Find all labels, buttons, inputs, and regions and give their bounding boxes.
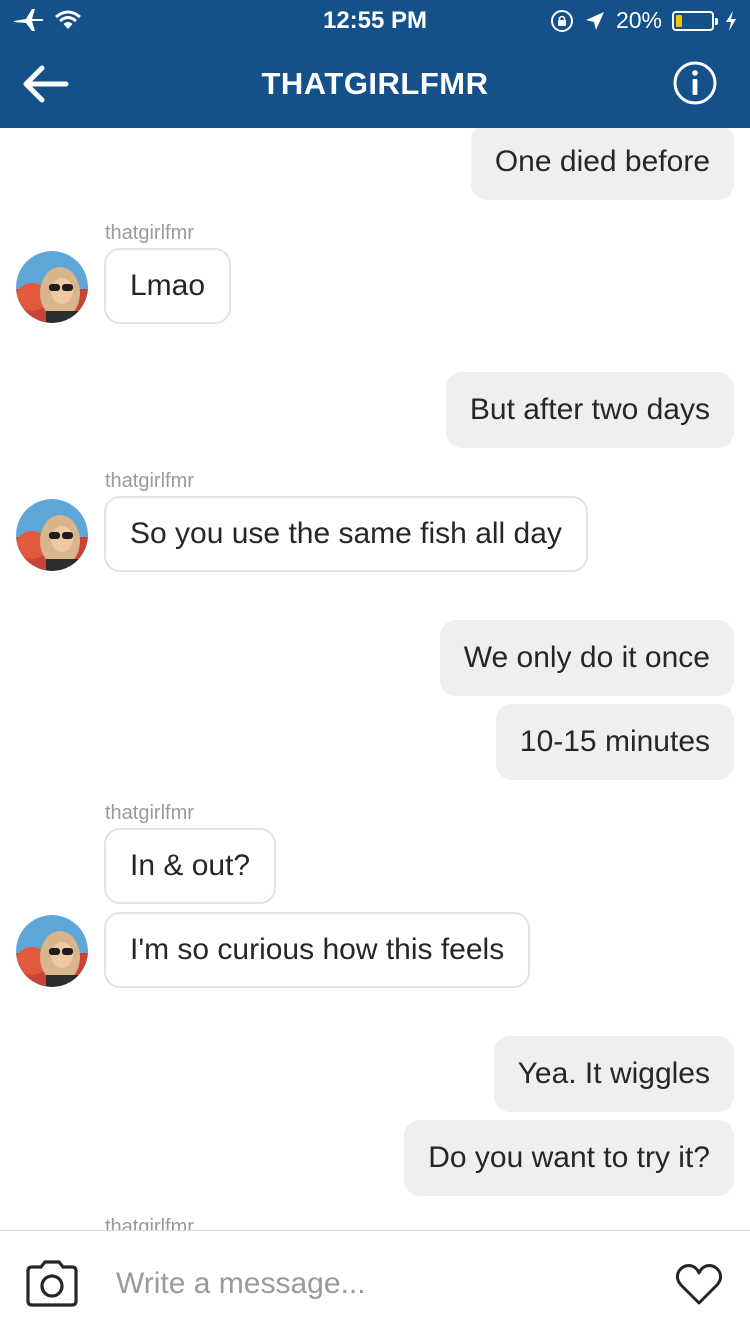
avatar[interactable] bbox=[16, 251, 88, 323]
rotation-lock-icon bbox=[550, 9, 573, 32]
camera-icon[interactable] bbox=[24, 1259, 80, 1309]
sender-name: thatgirlfmr bbox=[105, 1216, 194, 1230]
info-icon[interactable] bbox=[672, 60, 718, 106]
sender-name: thatgirlfmr bbox=[105, 802, 194, 824]
message-bubble-outgoing[interactable]: But after two days bbox=[445, 372, 734, 448]
battery-percent: 20% bbox=[615, 7, 662, 33]
message-input[interactable] bbox=[116, 1259, 636, 1309]
heart-icon[interactable] bbox=[674, 1261, 724, 1307]
location-arrow-icon bbox=[585, 11, 604, 30]
avatar[interactable] bbox=[16, 915, 88, 987]
conversation-title: THATGIRLFMR bbox=[261, 66, 489, 101]
nav-bar: THATGIRLFMR bbox=[0, 44, 750, 128]
message-composer bbox=[0, 1230, 750, 1334]
message-bubble-outgoing[interactable]: Do you want to try it? bbox=[404, 1120, 734, 1196]
message-bubble-incoming[interactable]: In & out? bbox=[104, 828, 277, 904]
status-right: 20% bbox=[550, 7, 738, 34]
status-bar: 12:55 PM 20% bbox=[0, 0, 750, 40]
message-bubble-outgoing[interactable]: One died before bbox=[470, 128, 734, 200]
app-header: 12:55 PM 20% THATGIRLFMR bbox=[0, 0, 750, 128]
charging-bolt-icon bbox=[726, 10, 736, 31]
message-bubble-outgoing[interactable]: We only do it once bbox=[439, 620, 734, 696]
avatar[interactable] bbox=[16, 499, 88, 571]
sender-name: thatgirlfmr bbox=[105, 470, 194, 492]
message-bubble-outgoing[interactable]: 10-15 minutes bbox=[495, 704, 734, 780]
sender-name: thatgirlfmr bbox=[105, 222, 194, 244]
message-thread[interactable]: One died before thatgirlfmr Lmao But aft… bbox=[0, 128, 750, 1230]
message-bubble-outgoing[interactable]: Yea. It wiggles bbox=[493, 1036, 734, 1112]
message-bubble-incoming[interactable]: I'm so curious how this feels bbox=[104, 912, 531, 988]
message-bubble-incoming[interactable]: So you use the same fish all day bbox=[104, 496, 588, 572]
message-bubble-incoming[interactable]: Lmao bbox=[104, 248, 232, 324]
battery-icon bbox=[672, 10, 718, 31]
